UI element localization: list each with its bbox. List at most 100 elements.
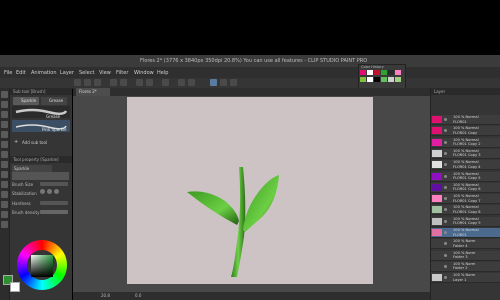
visibility-eye-icon[interactable] [444, 219, 447, 223]
visibility-eye-icon[interactable] [444, 140, 447, 144]
zoom-value[interactable]: 20.8 [101, 293, 110, 298]
layer-row[interactable]: 100 % Norm Folder 3 [431, 250, 500, 261]
undo-icon[interactable] [110, 79, 117, 86]
layer-row[interactable]: 100 % Normal FLOR01 Copy 2 [431, 137, 500, 148]
stabilization-option-1[interactable] [40, 189, 45, 194]
figure-tool-icon[interactable] [1, 191, 8, 198]
saturation-value-square[interactable] [31, 255, 53, 277]
hand-tool-icon[interactable] [1, 221, 8, 228]
color-history-swatch[interactable] [388, 77, 394, 82]
menu-help[interactable]: Help [157, 70, 168, 76]
layer-row[interactable]: 100 % Normal FLOR01 Copy 3 [431, 148, 500, 159]
invert-selection-icon[interactable] [188, 79, 195, 86]
canvas-paper[interactable] [127, 97, 373, 284]
color-history-swatch[interactable] [367, 77, 373, 82]
layer-row[interactable]: 100 % Normal FLOR01 Copy 6 [431, 182, 500, 193]
blend-tool-icon[interactable] [1, 211, 8, 218]
tab-sparkle[interactable]: Sparkle [13, 97, 39, 105]
prop-hardness: Hardness [12, 201, 31, 206]
menu-edit[interactable]: Edit [16, 70, 26, 76]
snap-icon[interactable] [210, 79, 217, 86]
brush-tool-icon[interactable] [1, 111, 8, 118]
visibility-eye-icon[interactable] [444, 151, 447, 155]
menu-filter[interactable]: Filter [116, 70, 128, 76]
text-tool-icon[interactable] [1, 131, 8, 138]
add-subtool-button[interactable]: Add sub tool [22, 140, 47, 145]
prop-stabilization: Stabilization [12, 191, 37, 196]
move-tool-icon[interactable] [1, 151, 8, 158]
visibility-eye-icon[interactable] [444, 129, 447, 133]
save-icon[interactable] [94, 79, 101, 86]
menu-file[interactable]: File [4, 70, 12, 76]
layer-row[interactable]: 100 % Normal FLOR01 [431, 228, 500, 238]
color-history-swatch[interactable] [381, 77, 387, 82]
visibility-eye-icon[interactable] [444, 197, 447, 201]
layer-row[interactable]: 100 % Norm Layer 1 [431, 273, 500, 284]
layer-row[interactable]: 100 % Normal FLOR01 Copy 9 [431, 216, 500, 227]
select-tool-icon[interactable] [1, 141, 8, 148]
visibility-eye-icon[interactable] [444, 163, 447, 167]
menu-animation[interactable]: Animation [31, 70, 57, 76]
ruler-tool-icon[interactable] [1, 181, 8, 188]
color-history-swatch[interactable] [395, 77, 401, 82]
zoom-tool-icon[interactable] [1, 171, 8, 178]
fill-icon[interactable] [146, 79, 153, 86]
color-history-swatch[interactable] [374, 70, 380, 75]
gradient-tool-icon[interactable] [1, 201, 8, 208]
layer-row[interactable]: 100 % Normal FLOR01 Copy 5 [431, 171, 500, 182]
visibility-eye-icon[interactable] [444, 242, 447, 246]
brush-stroke-grease[interactable] [12, 106, 70, 118]
hardness-slider[interactable] [40, 201, 68, 205]
clear-icon[interactable] [136, 79, 143, 86]
color-history-swatch[interactable] [367, 70, 373, 75]
color-history-swatch[interactable] [381, 70, 387, 75]
open-icon[interactable] [84, 79, 91, 86]
tab-grease[interactable]: Grease [41, 97, 67, 105]
deselect-icon[interactable] [178, 79, 185, 86]
new-icon[interactable] [74, 79, 81, 86]
color-history-swatch[interactable] [360, 77, 366, 82]
visibility-eye-icon[interactable] [444, 253, 447, 257]
menu-view[interactable]: View [99, 70, 111, 76]
redo-icon[interactable] [120, 79, 127, 86]
plus-icon: + [14, 139, 19, 145]
visibility-eye-icon[interactable] [444, 231, 447, 234]
layer-row[interactable]: 100 % Normal FLOR01 Copy 4 [431, 160, 500, 171]
layer-name: 100 % Normal FLOR01 Copy 2 [453, 137, 481, 147]
fill-tool-icon[interactable] [1, 121, 8, 128]
pen-tool-icon[interactable] [1, 91, 8, 98]
menu-layer[interactable]: Layer [60, 70, 74, 76]
visibility-eye-icon[interactable] [444, 264, 447, 268]
stabilization-option-3[interactable] [54, 189, 59, 194]
menu-window[interactable]: Window [134, 70, 154, 76]
layer-row[interactable]: 100 % Norm Folder 4 [431, 239, 500, 250]
layer-row[interactable]: 100 % Norm Folder 2 [431, 261, 500, 272]
visibility-eye-icon[interactable] [444, 118, 447, 121]
rotation-value[interactable]: 0.0 [135, 293, 141, 298]
ruler-icon[interactable] [220, 79, 227, 86]
layer-row[interactable]: 100 % Normal FLOR01 Copy 8 [431, 205, 500, 216]
layer-row[interactable]: 100 % Normal FLOR01 Copy 7 [431, 194, 500, 205]
transform-icon[interactable] [162, 79, 169, 86]
layer-row[interactable]: 100 % Normal FLOR01 [431, 115, 500, 125]
color-history-swatch[interactable] [360, 70, 366, 75]
sub-color-swatch[interactable] [10, 282, 20, 292]
menu-select[interactable]: Select [79, 70, 94, 76]
document-tab[interactable]: Flores 2* [76, 88, 110, 96]
brush-size-slider[interactable] [40, 182, 68, 186]
stabilization-option-2[interactable] [47, 189, 52, 194]
grid-icon[interactable] [230, 79, 237, 86]
brush-density-slider[interactable] [40, 210, 68, 214]
eraser-tool-icon[interactable] [1, 101, 8, 108]
color-history-swatch[interactable] [395, 70, 401, 75]
visibility-eye-icon[interactable] [444, 185, 447, 189]
eyedropper-tool-icon[interactable] [1, 161, 8, 168]
layer-row[interactable]: 100 % Normal FLOR01 Copy [431, 126, 500, 137]
layer-thumbnail [432, 240, 442, 248]
color-history-swatch[interactable] [388, 70, 394, 75]
visibility-eye-icon[interactable] [444, 208, 447, 212]
layer-name: 100 % Norm Folder 4 [453, 239, 476, 248]
visibility-eye-icon[interactable] [444, 174, 447, 178]
color-history-swatch[interactable] [374, 77, 380, 82]
visibility-eye-icon[interactable] [444, 276, 447, 280]
